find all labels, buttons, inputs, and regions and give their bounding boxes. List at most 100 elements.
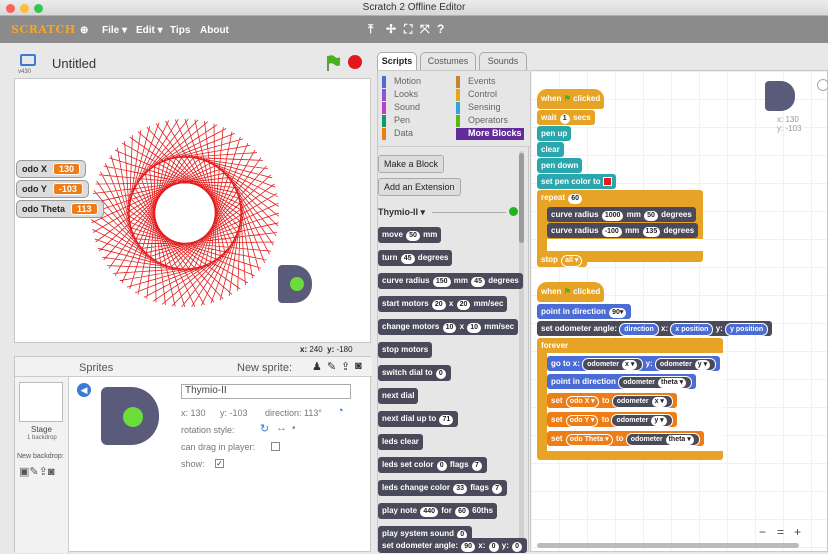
category-more-blocks[interactable]: More Blocks <box>456 128 524 140</box>
category-motion[interactable]: Motion <box>382 76 421 88</box>
sprite-name-field[interactable]: Thymio-II <box>181 384 351 399</box>
show-checkbox[interactable]: ✓ <box>215 459 224 468</box>
cut-icon[interactable]: ✢ <box>386 22 396 36</box>
scripts-area[interactable]: x: 130 y: -103 when ⚑ clicked wait 1 sec… <box>530 70 828 552</box>
stop-sign-icon[interactable] <box>348 55 362 69</box>
project-title[interactable]: Untitled <box>52 56 96 71</box>
stage-label: Stage <box>31 425 52 434</box>
when-flag-hat-1[interactable]: when ⚑ clicked <box>537 89 605 109</box>
palette-block-leds-set[interactable]: leds set color 0 flags 7 <box>378 457 487 473</box>
rotate-all-icon[interactable]: ↻ <box>260 422 269 435</box>
category-operators[interactable]: Operators <box>456 115 508 127</box>
palette-block-next-dial-up[interactable]: next dial up to 71 <box>378 411 459 427</box>
backdrop-tools-icon[interactable]: ▣✎⇪◙ <box>19 465 54 478</box>
wait-block[interactable]: wait 1 secs <box>537 110 595 125</box>
set-odo-x-block[interactable]: set odo X ▾ to odometer x ▾ <box>547 393 677 408</box>
tab-scripts[interactable]: Scripts <box>377 52 417 70</box>
curve-block-1[interactable]: curve radius 1000 mm 50 degrees <box>547 207 696 222</box>
add-extension-button[interactable]: Add an Extension <box>378 178 461 196</box>
palette-block-leds-change[interactable]: leds change color 33 flags 7 <box>378 480 508 496</box>
close-window-button[interactable] <box>6 4 15 13</box>
category-pen[interactable]: Pen <box>382 115 410 127</box>
menu-edit[interactable]: Edit ▾ <box>136 25 163 36</box>
show-label: show: <box>181 459 205 469</box>
camera-icon[interactable]: ◙ <box>355 360 362 372</box>
menu-bar: SCRATCH ⊕ File ▾ Edit ▾ Tips About ⤒ ✢ ⛶… <box>0 16 828 43</box>
palette-block-stop-motors[interactable]: stop motors <box>378 342 433 358</box>
left-right-icon[interactable]: ↔ <box>276 422 287 434</box>
back-icon[interactable]: ◀ <box>77 383 91 397</box>
extension-menu[interactable]: Thymio-II ▾ <box>378 207 425 218</box>
palette-block-start-motors[interactable]: start motors 20 x 20 mm/sec <box>378 296 508 312</box>
backdrop-count: 1 backdrop <box>27 435 57 441</box>
palette-block-turn[interactable]: turn 45 degrees <box>378 250 453 266</box>
category-control[interactable]: Control <box>456 89 497 101</box>
horizontal-scrollbar[interactable] <box>537 543 799 548</box>
sprite-thumbnail[interactable] <box>101 387 159 445</box>
paint-icon[interactable]: ✎ <box>327 360 336 373</box>
tab-sounds[interactable]: Sounds <box>479 52 527 70</box>
zoom-reset-icon[interactable]: = <box>777 525 784 539</box>
globe-icon[interactable]: ⊕ <box>80 25 88 36</box>
set-odo-theta-block[interactable]: set odo Theta ▾ to odometer theta ▾ <box>547 431 704 446</box>
zoom-window-button[interactable] <box>34 4 43 13</box>
menu-file[interactable]: File ▾ <box>102 25 127 36</box>
minimize-window-button[interactable] <box>20 4 29 13</box>
when-flag-hat-2[interactable]: when ⚑ clicked <box>537 282 605 302</box>
shrink-icon[interactable]: ⤧ <box>420 22 430 37</box>
palette-scrollbar[interactable] <box>519 153 524 243</box>
fullscreen-icon[interactable] <box>20 54 36 66</box>
stage-thumbnail[interactable] <box>19 382 63 422</box>
palette-block-move[interactable]: move 50 mm <box>378 227 442 243</box>
scroll-indicator <box>817 79 828 91</box>
palette-block-switch-dial[interactable]: switch dial to 0 <box>378 365 451 381</box>
palette-block-change-motors[interactable]: change motors 10 x 10 mm/sec <box>378 319 519 335</box>
sprites-title: Sprites <box>79 362 114 374</box>
category-sound[interactable]: Sound <box>382 102 420 114</box>
category-list: Motion Events Looks Control Sound Sensin… <box>378 71 530 147</box>
make-block-button[interactable]: Make a Block <box>378 155 445 173</box>
direction-dial-icon[interactable]: ◔ <box>337 405 344 417</box>
help-icon[interactable]: ? <box>437 22 444 36</box>
no-rotate-icon[interactable]: • <box>292 423 296 434</box>
point-direction-block[interactable]: point in direction 90▾ <box>537 304 632 319</box>
point-theta-block[interactable]: point in direction odometer theta ▾ <box>547 374 697 389</box>
category-looks[interactable]: Looks <box>382 89 418 101</box>
palette-block-play-note[interactable]: play note 440 for 60 60ths <box>378 503 498 519</box>
tab-costumes[interactable]: Costumes <box>420 52 476 70</box>
duplicate-icon[interactable]: ⤒ <box>368 22 373 37</box>
stop-block[interactable]: stop all ▾ <box>537 252 588 267</box>
category-events[interactable]: Events <box>456 76 496 88</box>
palette-block-next-dial[interactable]: next dial <box>378 388 419 404</box>
menu-about[interactable]: About <box>200 25 229 36</box>
sprite-library-icon[interactable]: ♟ <box>312 360 322 373</box>
pen-up-block[interactable]: pen up <box>537 126 572 141</box>
go-to-block[interactable]: go to x: odometer x ▾ y: odometer y ▾ <box>547 356 721 371</box>
palette-block-leds-clear[interactable]: leds clear <box>378 434 423 450</box>
scratch-logo[interactable]: SCRATCH <box>11 23 76 36</box>
curve-block-2[interactable]: curve radius -100 mm 135 degrees <box>547 223 699 238</box>
sprite-direction: direction: 113° <box>265 408 322 418</box>
drag-checkbox[interactable] <box>271 442 280 451</box>
monitor-odo-x[interactable]: odo X 130 <box>16 160 87 178</box>
set-odometer-block[interactable]: set odometer angle: direction x: x posit… <box>537 321 773 336</box>
category-sensing[interactable]: Sensing <box>456 102 501 114</box>
window-title: Scratch 2 Offline Editor <box>362 2 466 13</box>
green-flag-icon[interactable] <box>325 54 341 72</box>
drag-label: can drag in player: <box>181 442 256 452</box>
monitor-odo-theta[interactable]: odo Theta 113 <box>16 200 104 218</box>
set-pen-color-block[interactable]: set pen color to <box>537 174 616 189</box>
menu-tips[interactable]: Tips <box>170 25 190 36</box>
set-odo-y-block[interactable]: set odo Y ▾ to odometer y ▾ <box>547 412 677 427</box>
monitor-odo-y[interactable]: odo Y -103 <box>16 180 89 198</box>
palette-block-set-odometer[interactable]: set odometer angle: 90 x: 0 y: 0 <box>378 538 527 553</box>
upload-icon[interactable]: ⇪ <box>341 360 350 373</box>
category-data[interactable]: Data <box>382 128 413 140</box>
pen-down-block[interactable]: pen down <box>537 158 583 173</box>
palette-block-curve[interactable]: curve radius 150 mm 45 degrees <box>378 273 523 289</box>
grow-icon[interactable]: ⛶ <box>404 22 412 37</box>
zoom-out-icon[interactable]: − <box>759 525 766 539</box>
clear-block[interactable]: clear <box>537 142 564 157</box>
zoom-in-icon[interactable]: + <box>794 525 801 539</box>
thymio-sprite[interactable] <box>278 265 312 303</box>
